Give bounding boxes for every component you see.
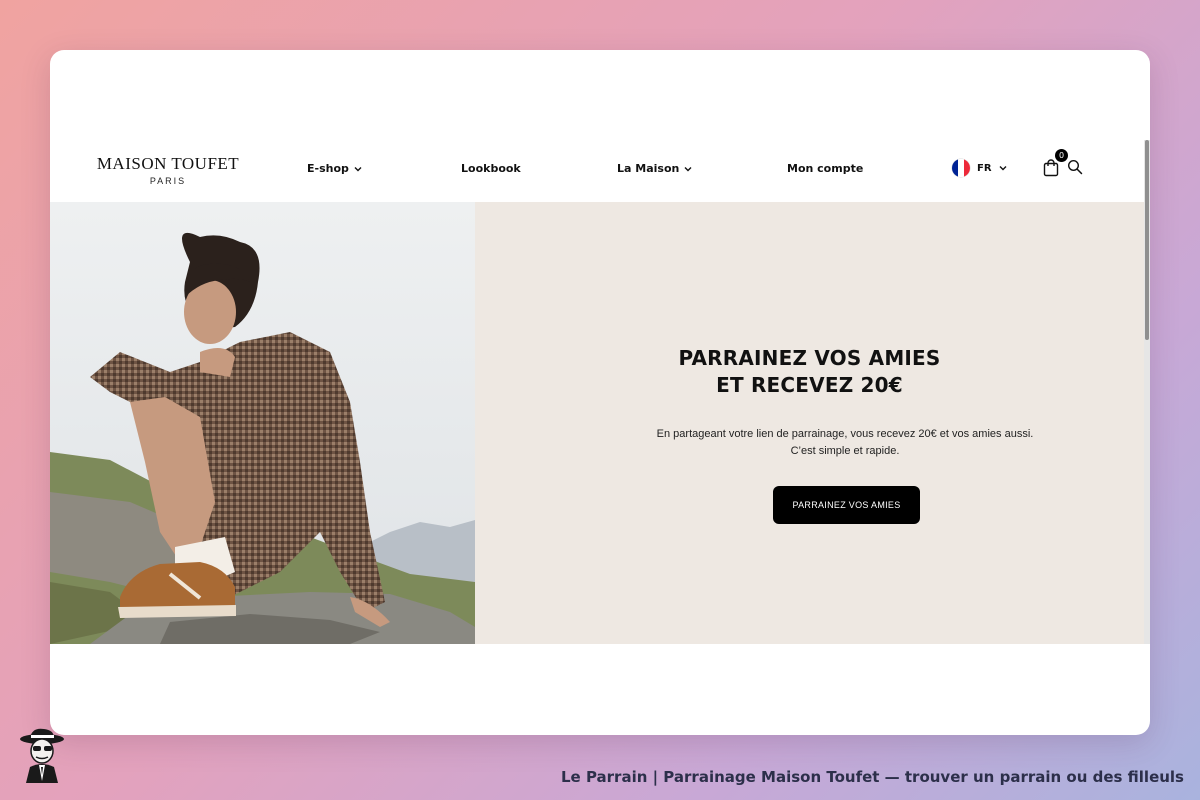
brand-name: MAISON TOUFET: [96, 154, 240, 173]
page-scrollbar[interactable]: [1144, 140, 1150, 644]
scrollbar-thumb[interactable]: [1145, 140, 1149, 340]
page-caption: Le Parrain | Parrainage Maison Toufet — …: [560, 768, 1184, 786]
hero-title: PARRAINEZ VOS AMIES ET RECEVEZ 20€: [475, 345, 1144, 399]
shopping-bag-icon: [1043, 159, 1059, 177]
nav-item-label: Mon compte: [787, 162, 864, 175]
chevron-down-icon: [684, 166, 692, 171]
hero-photo: [50, 202, 475, 644]
chevron-down-icon: [354, 166, 362, 171]
search-icon[interactable]: [1067, 159, 1083, 175]
cart-button[interactable]: 0: [1043, 149, 1068, 178]
hero-title-line-2: ET RECEVEZ 20€: [716, 373, 903, 397]
brand-subtitle: PARIS: [149, 176, 187, 186]
site-header: MAISON TOUFET PARIS E-shop Lookbook La M…: [50, 140, 1144, 202]
nav-item-label: Lookbook: [461, 162, 521, 175]
france-flag-icon: [952, 159, 970, 177]
nav-item-mon-compte[interactable]: Mon compte: [787, 162, 863, 175]
hero-description: En partageant votre lien de parrainage, …: [656, 428, 1034, 457]
nav-item-la-maison[interactable]: La Maison: [617, 162, 692, 175]
language-code: FR: [977, 162, 992, 174]
le-parrain-mascot-icon: [20, 728, 64, 783]
hero-banner: PARRAINEZ VOS AMIES ET RECEVEZ 20€ En pa…: [50, 202, 1144, 644]
language-selector[interactable]: FR: [952, 159, 1007, 177]
nav-item-lookbook[interactable]: Lookbook: [461, 162, 521, 175]
browser-window: MAISON TOUFET PARIS E-shop Lookbook La M…: [50, 50, 1150, 735]
chevron-down-icon: [999, 166, 1007, 171]
hero-content: PARRAINEZ VOS AMIES ET RECEVEZ 20€ En pa…: [475, 202, 1144, 644]
nav-item-eshop[interactable]: E-shop: [307, 162, 362, 175]
nav-item-label: La Maison: [617, 162, 680, 175]
brand-logo[interactable]: MAISON TOUFET PARIS: [94, 154, 242, 186]
nav-item-label: E-shop: [307, 162, 349, 175]
hero-title-line-1: PARRAINEZ VOS AMIES: [678, 346, 941, 370]
referral-cta-button[interactable]: PARRAINEZ VOS AMIES: [773, 486, 920, 524]
